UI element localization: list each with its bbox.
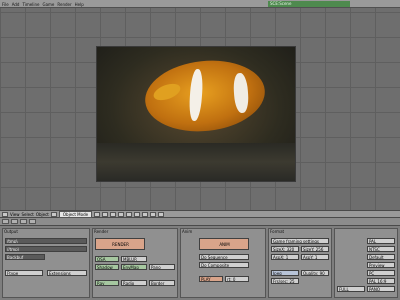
preset-pal[interactable]: PAL: [367, 238, 395, 244]
play-button[interactable]: PLAY: [199, 276, 223, 282]
layer-6-button[interactable]: [150, 212, 157, 217]
scene-icon[interactable]: [29, 219, 36, 224]
layer-5-button[interactable]: [142, 212, 149, 217]
background-image: [96, 46, 296, 182]
preset-ntsc[interactable]: NTSC: [367, 246, 395, 252]
rt-field[interactable]: rt: 0: [225, 276, 249, 282]
menu-object[interactable]: Object: [36, 212, 49, 217]
layer-2-button[interactable]: [118, 212, 125, 217]
anim-panel-title: Anim: [182, 229, 193, 234]
pivot-icon[interactable]: [102, 212, 109, 217]
render-panel-title: Render: [94, 229, 109, 234]
3d-viewport[interactable]: [0, 8, 400, 210]
layer-3-button[interactable]: [126, 212, 133, 217]
view3d-icon[interactable]: [2, 212, 8, 217]
preset-pal169[interactable]: PAL 16:9: [367, 278, 395, 284]
preset-full[interactable]: FULL: [337, 286, 365, 292]
radio-toggle[interactable]: Radio: [121, 280, 147, 286]
format-panel-title: Format: [270, 229, 285, 234]
sizey-field[interactable]: SizeY: 256: [301, 246, 329, 252]
preset-pc[interactable]: PC: [367, 270, 395, 276]
do-composite-toggle[interactable]: Do Composite: [199, 262, 249, 268]
game-framing-button[interactable]: Game framing settings: [271, 238, 329, 244]
extensions-toggle[interactable]: Extensions: [47, 270, 87, 276]
shadow-toggle[interactable]: Shadow: [95, 264, 119, 270]
buttons-window: Output /tmp\ //tmp\ Backbuf Ftype Extens…: [0, 226, 400, 300]
anim-panel: Anim ANIM Do Sequence Do Composite PLAY …: [180, 228, 266, 298]
info-label: [352, 1, 398, 7]
pano-toggle[interactable]: Pano: [149, 264, 175, 270]
preset-panel: PAL NTSC Default Preview PC PAL 16:9 PAN…: [334, 228, 398, 298]
aspy-field[interactable]: AspY: 1: [301, 254, 329, 260]
jpeg-format-select[interactable]: Jpeg: [271, 270, 299, 276]
preset-default[interactable]: Default: [367, 254, 395, 260]
output-panel-title: Output: [4, 229, 18, 234]
render-button[interactable]: RENDER: [95, 238, 145, 250]
backbuf-path-field[interactable]: //tmp\: [5, 246, 87, 252]
backbuf-toggle[interactable]: Backbuf: [5, 254, 45, 260]
draw-type-icon[interactable]: [94, 212, 101, 217]
lock-icon[interactable]: [158, 212, 165, 217]
buttons-header: [0, 218, 400, 226]
menu-game[interactable]: Game: [42, 2, 54, 7]
render-icon[interactable]: [11, 219, 18, 224]
osa-toggle[interactable]: OSA: [95, 256, 119, 262]
format-panel: Format Game framing settings SizeX: 320 …: [268, 228, 332, 298]
border-toggle[interactable]: Border: [149, 280, 175, 286]
aspx-field[interactable]: AspX: 1: [271, 254, 299, 260]
fps-field[interactable]: Frs/sec: 25: [271, 278, 299, 284]
output-panel: Output /tmp\ //tmp\ Backbuf Ftype Extens…: [2, 228, 90, 298]
ftype-field[interactable]: Ftype: [5, 270, 43, 276]
scene-selector[interactable]: SCE:Scene: [268, 1, 350, 7]
output-path-field[interactable]: /tmp\: [5, 238, 87, 244]
envmap-toggle[interactable]: EnvMap: [121, 264, 147, 270]
mode-selector[interactable]: Object Mode: [58, 211, 93, 218]
layer-4-button[interactable]: [134, 212, 141, 217]
anim-button[interactable]: ANIM: [199, 238, 249, 250]
mblur-toggle[interactable]: MBLUR: [121, 256, 147, 262]
quality-field[interactable]: Quality: 90: [301, 270, 329, 276]
sizex-field[interactable]: SizeX: 320: [271, 246, 299, 252]
info-header: File Add Timeline Game Render Help SCE:S…: [0, 0, 400, 8]
menu-timeline[interactable]: Timeline: [22, 2, 39, 7]
menu-render[interactable]: Render: [57, 2, 71, 7]
mode-icon[interactable]: [50, 212, 57, 217]
rocks: [97, 143, 295, 181]
layer-1-button[interactable]: [110, 212, 117, 217]
do-sequence-toggle[interactable]: Do Sequence: [199, 254, 249, 260]
menu-select[interactable]: Select: [22, 212, 34, 217]
menu-file[interactable]: File: [2, 2, 9, 7]
menu-view[interactable]: View: [10, 212, 20, 217]
preset-preview[interactable]: Preview: [367, 262, 395, 268]
buttons-window-icon[interactable]: [2, 219, 9, 224]
render-panel: Render RENDER OSA MBLUR Shadow EnvMap Pa…: [92, 228, 178, 298]
preset-pano[interactable]: PANO: [367, 286, 395, 292]
ray-toggle[interactable]: Ray: [95, 280, 119, 286]
viewport-header: View Select Object Object Mode: [0, 210, 400, 218]
main-menu: File Add Timeline Game Render Help: [2, 0, 84, 8]
menu-add[interactable]: Add: [12, 2, 20, 7]
material-icon[interactable]: [20, 219, 27, 224]
menu-help[interactable]: Help: [75, 2, 84, 7]
